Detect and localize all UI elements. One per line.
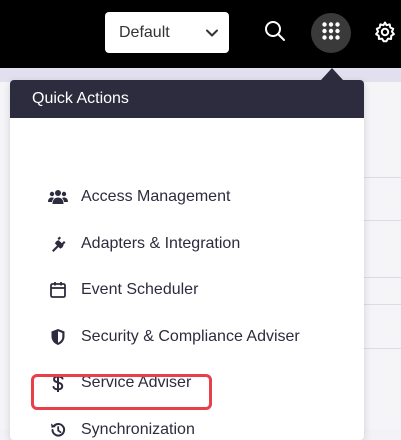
view-select[interactable]: Default	[105, 12, 229, 53]
divider	[361, 348, 401, 349]
chevron-down-icon	[205, 26, 219, 40]
settings-button[interactable]	[372, 21, 398, 47]
divider	[361, 220, 401, 221]
menu-item-label: Event Scheduler	[81, 281, 199, 298]
grid-dots-icon	[321, 21, 341, 46]
menu-item-event-scheduler[interactable]: Event Scheduler	[10, 275, 364, 305]
apps-button[interactable]	[311, 13, 351, 53]
menu-item-synchronization[interactable]: Synchronization	[10, 415, 364, 440]
plug-icon	[48, 234, 68, 254]
menu-item-label: Adapters & Integration	[81, 235, 241, 252]
menu-item-security-compliance[interactable]: Security & Compliance Adviser	[10, 322, 364, 352]
history-icon	[48, 420, 68, 440]
users-icon	[48, 187, 68, 207]
menu-item-access-management[interactable]: Access Management	[10, 182, 364, 212]
search-icon	[264, 20, 286, 47]
divider	[361, 177, 401, 178]
menu-item-adapters-integration[interactable]: Adapters & Integration	[10, 229, 364, 259]
calendar-icon	[48, 280, 68, 300]
dropdown-caret	[321, 68, 343, 80]
shield-icon	[48, 327, 68, 347]
divider	[361, 277, 401, 278]
menu-item-label: Synchronization	[81, 421, 195, 438]
gear-icon	[373, 20, 397, 49]
menu-item-label: Access Management	[81, 188, 231, 205]
quick-actions-title: Quick Actions	[10, 80, 364, 118]
view-select-value: Default	[119, 23, 170, 41]
search-button[interactable]	[262, 20, 288, 46]
menu-item-label: Security & Compliance Adviser	[81, 328, 300, 345]
synchronization-highlight	[31, 374, 212, 410]
divider	[361, 304, 401, 305]
top-navigation-bar: Default	[0, 0, 401, 68]
